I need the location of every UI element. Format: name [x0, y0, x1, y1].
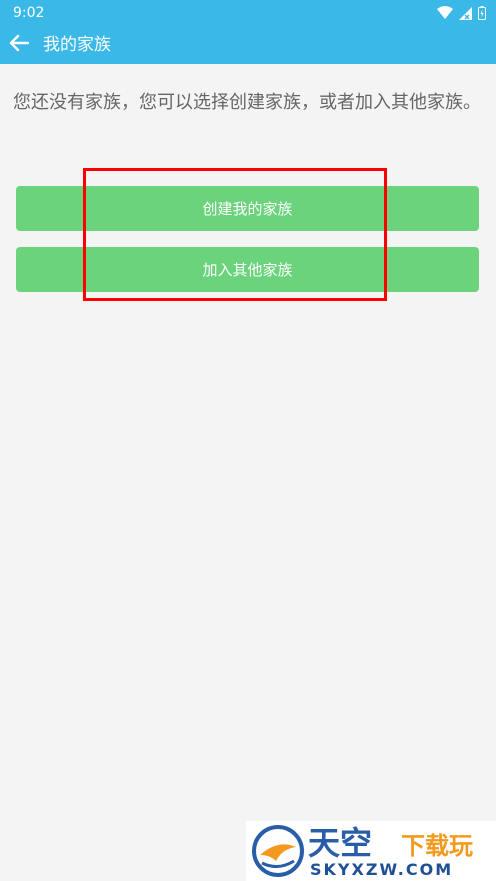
join-family-button[interactable]: 加入其他家族 — [16, 247, 479, 292]
status-time: 9:02 — [13, 5, 45, 21]
watermark-domain: SKYXZW.COM — [310, 860, 454, 879]
watermark: 天空 下载玩 SKYXZW.COM — [246, 821, 496, 881]
wifi-icon — [437, 6, 453, 20]
page-title: 我的家族 — [43, 35, 111, 55]
arrow-left-icon — [9, 34, 30, 56]
signal-icon — [459, 6, 472, 20]
watermark-title: 天空 — [308, 824, 373, 862]
status-bar: 9:02 — [0, 0, 496, 26]
app-bar: 我的家族 — [0, 26, 496, 64]
watermark-subtitle: 下载玩 — [401, 832, 473, 860]
status-icons — [437, 5, 486, 21]
create-family-button[interactable]: 创建我的家族 — [16, 186, 479, 231]
logo-icon — [252, 825, 304, 881]
no-family-message: 您还没有家族，您可以选择创建家族，或者加入其他家族。 — [13, 92, 481, 113]
back-button[interactable] — [6, 32, 32, 58]
battery-icon — [478, 6, 486, 20]
